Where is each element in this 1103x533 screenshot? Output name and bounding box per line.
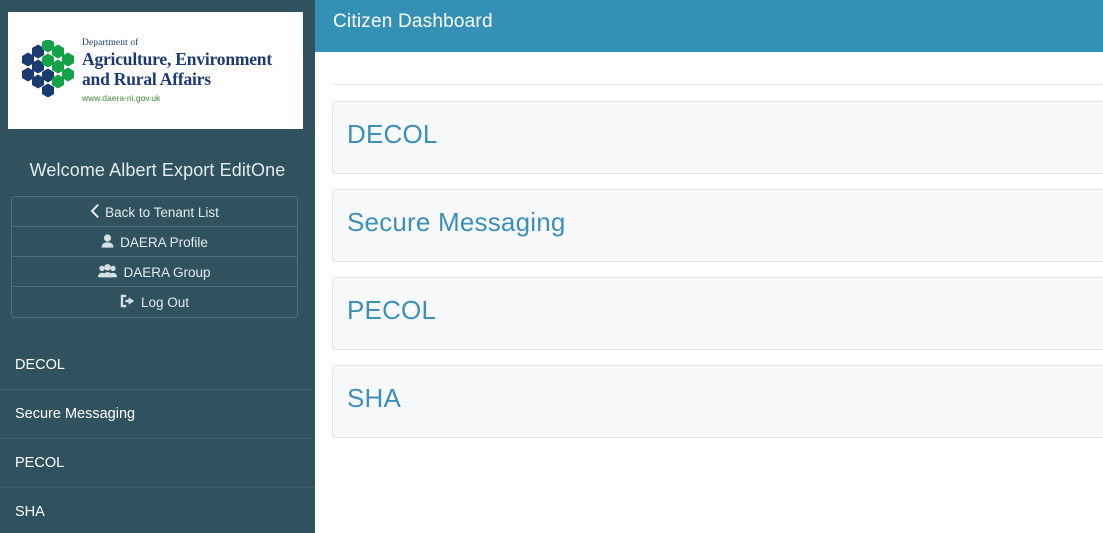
daera-group-button[interactable]: DAERA Group — [12, 257, 297, 287]
back-to-tenant-list-button[interactable]: Back to Tenant List — [12, 197, 297, 227]
page-header-bar: Citizen Dashboard — [315, 0, 1103, 52]
sidebar-item-sha[interactable]: SHA — [0, 488, 315, 533]
sidebar-button-group: Back to Tenant List DAERA Profile DAERA … — [11, 196, 298, 318]
service-card-decol[interactable]: DECOL — [332, 101, 1103, 174]
log-out-button[interactable]: Log Out — [12, 287, 297, 317]
welcome-message: Welcome Albert Export EditOne — [29, 160, 286, 180]
daera-group-label: DAERA Group — [123, 264, 211, 280]
sidebar-item-decol[interactable]: DECOL — [0, 341, 315, 390]
page-title: Citizen Dashboard — [333, 11, 493, 32]
service-card-title: Secure Messaging — [347, 207, 566, 237]
main-content: DECOL Secure Messaging PECOL SHA — [315, 52, 1103, 533]
daera-profile-button[interactable]: DAERA Profile — [12, 227, 297, 257]
chevron-left-icon — [90, 199, 99, 228]
service-card-secure-messaging[interactable]: Secure Messaging — [332, 189, 1103, 262]
service-card-pecol[interactable]: PECOL — [332, 277, 1103, 350]
citizen-dashboard-app: Department of Agriculture, Environment a… — [0, 0, 1103, 533]
logo-title-line-1: Agriculture, Environment — [82, 49, 272, 70]
service-card-title: SHA — [347, 383, 402, 413]
back-to-tenant-list-label: Back to Tenant List — [105, 204, 219, 220]
hexagon-cluster-logo-icon — [18, 38, 74, 102]
sidebar-item-pecol[interactable]: PECOL — [0, 439, 315, 488]
logo-website-url: www.daera-ni.gov.uk — [82, 92, 161, 103]
daera-logo-wordmark: Department of Agriculture, Environment a… — [82, 37, 272, 103]
daera-logo-panel: Department of Agriculture, Environment a… — [8, 12, 303, 129]
service-card-list: DECOL Secure Messaging PECOL SHA — [332, 101, 1103, 453]
logo-title-line-2: and Rural Affairs — [82, 69, 211, 89]
log-out-label: Log Out — [140, 294, 190, 310]
sidebar-item-secure-messaging[interactable]: Secure Messaging — [0, 390, 315, 439]
content-divider — [333, 84, 1103, 85]
sidebar-nav-list: DECOL Secure Messaging PECOL SHA — [0, 341, 315, 533]
user-icon — [101, 229, 114, 258]
logo-department-line: Department of — [82, 37, 139, 48]
sidebar: Department of Agriculture, Environment a… — [0, 0, 315, 533]
service-card-title: PECOL — [347, 295, 437, 325]
service-card-sha[interactable]: SHA — [332, 365, 1103, 438]
users-group-icon — [98, 259, 118, 288]
daera-profile-label: DAERA Profile — [120, 234, 208, 250]
service-card-title: DECOL — [347, 119, 438, 149]
sign-out-icon — [120, 289, 135, 317]
